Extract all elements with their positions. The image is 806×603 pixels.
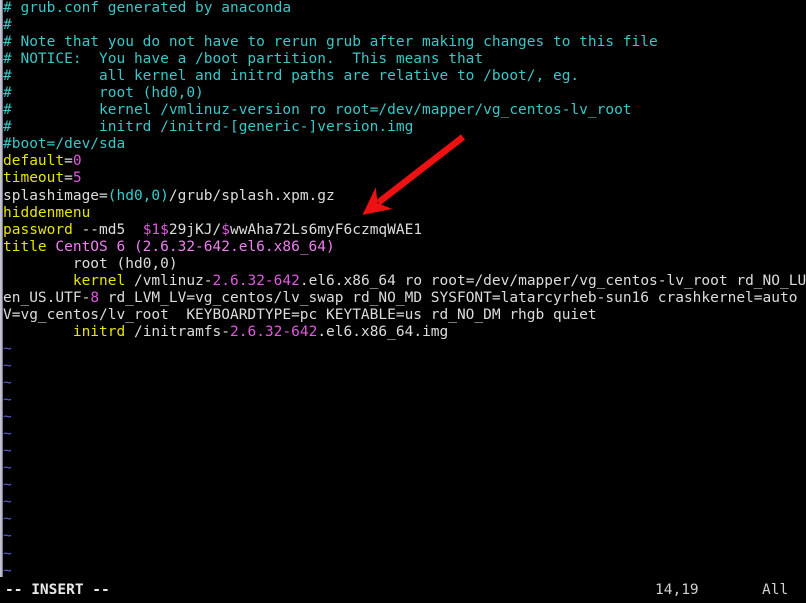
empty-line-tilde: ~ xyxy=(3,494,12,511)
text-segment: root xyxy=(3,255,117,272)
buffer-line[interactable]: en_US.UTF-8 rd_LVM_LV=vg_centos/lv_swap … xyxy=(0,290,806,307)
buffer-line[interactable]: initrd /initramfs-2.6.32-642.el6.x86_64.… xyxy=(0,324,806,341)
text-segment: title xyxy=(3,238,47,255)
empty-line-tilde: ~ xyxy=(3,443,12,460)
buffer-line[interactable]: # all kernel and initrd paths are relati… xyxy=(0,68,806,85)
text-segment: (hd0,0) xyxy=(107,187,169,204)
buffer-line[interactable]: hiddenmenu xyxy=(0,205,806,222)
text-segment: #boot=/dev/sda xyxy=(3,136,126,153)
empty-line-tilde: ~ xyxy=(3,375,12,392)
status-cursor-position: 14,19 xyxy=(655,582,699,598)
text-segment: /initramfs- xyxy=(125,323,230,340)
terminal-window: # grub.conf generated by anaconda # # Note… xyxy=(0,0,806,603)
text-segment: --md5 xyxy=(72,221,143,238)
empty-line-tilde: ~ xyxy=(3,477,12,494)
text-segment: # xyxy=(3,17,12,34)
buffer-line[interactable]: # grub.conf generated by anaconda xyxy=(0,0,806,17)
buffer-line[interactable]: timeout=5 xyxy=(0,170,806,187)
text-segment: .el6.x86_64.img xyxy=(317,323,449,340)
text-segment: (hd0,0) xyxy=(116,255,178,272)
text-segment: = xyxy=(64,153,73,170)
text-segment: 0 xyxy=(72,153,82,170)
empty-line-tilde: ~ xyxy=(3,528,12,545)
status-mode-indicator: -- INSERT -- xyxy=(5,582,110,598)
text-segment: $1$ xyxy=(142,221,169,238)
text-segment: V=vg_centos/lv_root KEYBOARDTYPE=pc KEYT… xyxy=(3,306,597,323)
text-segment: CentOS 6 (2.6.32-642.el6.x86_64) xyxy=(46,238,335,255)
text-segment: 8 xyxy=(90,289,100,306)
empty-line-tilde: ~ xyxy=(3,511,12,528)
buffer-line[interactable]: # kernel /vmlinuz-version ro root=/dev/m… xyxy=(0,102,806,119)
text-segment xyxy=(3,273,73,289)
buffer-line[interactable]: kernel /vmlinuz-2.6.32-642.el6.x86_64 ro… xyxy=(0,273,806,290)
text-segment: 29jKJ/ xyxy=(168,221,222,238)
empty-line-tilde: ~ xyxy=(3,460,12,477)
text-segment: .el6.x86_64 ro root=/dev/mapper/vg_cento… xyxy=(299,272,806,289)
text-segment: # Note that you do not have to rerun gru… xyxy=(3,34,658,51)
text-segment: 2.6.32-642 xyxy=(212,272,300,289)
text-segment: # all kernel and initrd paths are relati… xyxy=(3,68,580,85)
text-segment: rd_LVM_LV=vg_centos/lv_swap rd_NO_MD SYS… xyxy=(99,289,806,306)
text-segment: wwAha72Ls6myF6czmqWAE1 xyxy=(230,221,423,238)
text-segment: # initrd /initrd-[generic-]version.img xyxy=(3,119,414,136)
text-segment: # kernel /vmlinuz-version ro root=/dev/m… xyxy=(3,102,632,119)
buffer-line[interactable]: root (hd0,0) xyxy=(0,256,806,273)
text-segment: /grub/splash.xpm.gz xyxy=(168,187,335,204)
vim-text-buffer[interactable]: # grub.conf generated by anaconda # # Note… xyxy=(0,0,806,579)
text-segment: en_US.UTF- xyxy=(3,289,91,306)
text-segment: # root (hd0,0) xyxy=(3,85,204,102)
status-scroll-indicator: All xyxy=(762,582,789,598)
buffer-line[interactable]: # root (hd0,0) xyxy=(0,85,806,102)
text-segment: default xyxy=(3,153,65,170)
empty-line-tilde: ~ xyxy=(3,392,12,409)
buffer-line[interactable]: # xyxy=(0,17,806,34)
text-segment: /vmlinuz- xyxy=(125,272,213,289)
text-segment: initrd xyxy=(72,323,126,340)
text-segment: splashimage= xyxy=(3,187,108,204)
text-segment: password xyxy=(3,221,73,238)
empty-line-tilde: ~ xyxy=(3,426,12,443)
buffer-line[interactable]: # Note that you do not have to rerun gru… xyxy=(0,34,806,51)
buffer-line[interactable]: # initrd /initrd-[generic-]version.img xyxy=(0,119,806,136)
text-segment: 5 xyxy=(72,170,82,187)
buffer-line[interactable]: V=vg_centos/lv_root KEYBOARDTYPE=pc KEYT… xyxy=(0,307,806,324)
buffer-line[interactable]: password --md5 $1$29jKJ/$wwAha72Ls6myF6c… xyxy=(0,222,806,239)
text-segment: $ xyxy=(221,221,231,238)
text-segment: timeout xyxy=(3,170,65,187)
text-segment: = xyxy=(64,170,73,187)
text-segment: 2.6.32-642 xyxy=(230,323,318,340)
text-segment: kernel xyxy=(72,272,126,289)
buffer-line[interactable]: splashimage=(hd0,0)/grub/splash.xpm.gz xyxy=(0,188,806,205)
text-segment xyxy=(3,324,73,340)
left-scroll-edge[interactable] xyxy=(0,0,3,577)
text-segment: hiddenmenu xyxy=(3,204,91,221)
buffer-line[interactable]: # NOTICE: You have a /boot partition. Th… xyxy=(0,51,806,68)
empty-line-tilde: ~ xyxy=(3,545,12,562)
text-segment: # grub.conf generated by anaconda xyxy=(3,0,292,16)
empty-line-tilde: ~ xyxy=(3,357,12,374)
buffer-line[interactable]: #boot=/dev/sda xyxy=(0,136,806,153)
vim-status-line: -- INSERT -- 14,19 All xyxy=(0,577,806,603)
buffer-line[interactable]: title CentOS 6 (2.6.32-642.el6.x86_64) xyxy=(0,239,806,256)
text-segment: # NOTICE: You have a /boot partition. Th… xyxy=(3,51,484,68)
buffer-line[interactable]: default=0 xyxy=(0,153,806,170)
empty-line-tilde: ~ xyxy=(3,340,12,357)
empty-line-tilde: ~ xyxy=(3,409,12,426)
